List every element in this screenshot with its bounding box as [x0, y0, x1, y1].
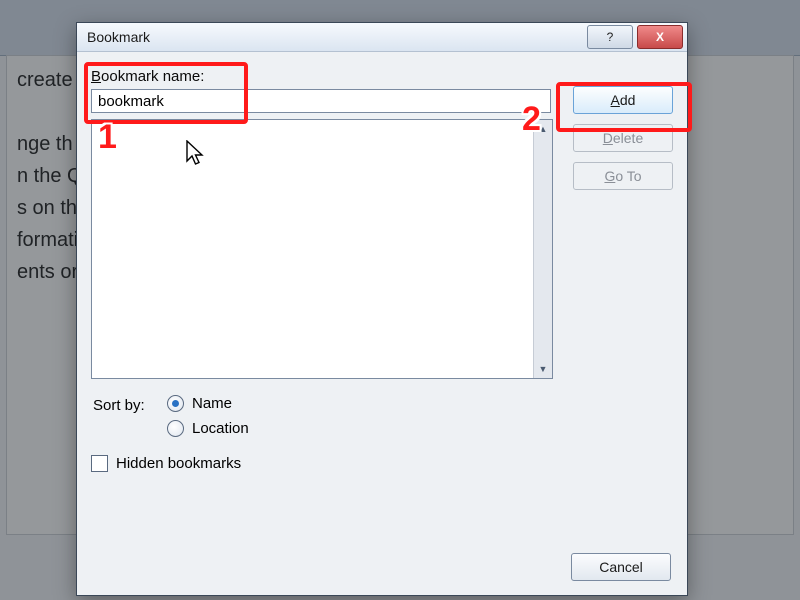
- bookmark-list-area[interactable]: [92, 120, 533, 378]
- dialog-body: Bookmark name: ▲ ▼ Add: [77, 52, 687, 595]
- bookmark-listbox[interactable]: ▲ ▼: [91, 119, 553, 379]
- bookmark-dialog: Bookmark ? X Bookmark name: ▲ ▼: [76, 22, 688, 596]
- bookmark-name-label: Bookmark name:: [91, 68, 553, 85]
- scroll-down-icon[interactable]: ▼: [534, 360, 552, 378]
- sort-by-label: Sort by:: [93, 395, 167, 414]
- sort-location-label: Location: [192, 420, 249, 437]
- radio-dot-icon: [167, 395, 184, 412]
- cancel-button[interactable]: Cancel: [571, 553, 671, 581]
- hidden-bookmarks-label: Hidden bookmarks: [116, 455, 241, 472]
- dialog-title: Bookmark: [87, 29, 587, 45]
- bookmark-name-input[interactable]: [91, 89, 551, 113]
- delete-button: Delete: [573, 124, 673, 152]
- add-button[interactable]: Add: [573, 86, 673, 114]
- sort-name-radio[interactable]: Name: [167, 395, 249, 412]
- scroll-up-icon[interactable]: ▲: [534, 120, 552, 138]
- radio-dot-icon: [167, 420, 184, 437]
- goto-button: Go To: [573, 162, 673, 190]
- close-button[interactable]: X: [637, 25, 683, 49]
- sort-location-radio[interactable]: Location: [167, 420, 249, 437]
- sort-name-label: Name: [192, 395, 232, 412]
- dialog-titlebar: Bookmark ? X: [77, 23, 687, 52]
- help-button[interactable]: ?: [587, 25, 633, 49]
- listbox-scrollbar[interactable]: ▲ ▼: [533, 120, 552, 378]
- hidden-bookmarks-checkbox[interactable]: [91, 455, 108, 472]
